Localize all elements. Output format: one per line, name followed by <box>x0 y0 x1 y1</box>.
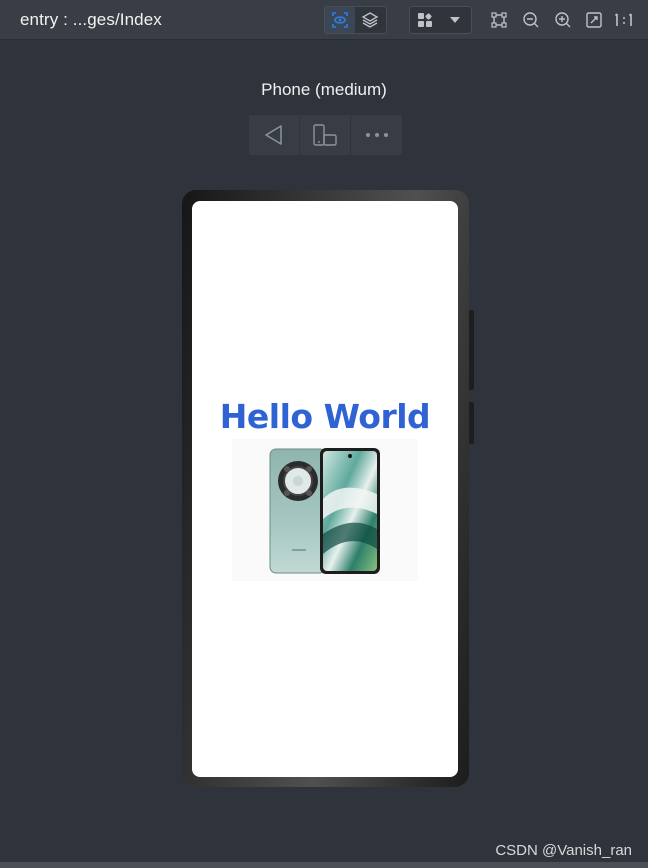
zoom-out-button[interactable] <box>521 9 541 31</box>
crop-button[interactable] <box>489 9 509 31</box>
layers-button[interactable] <box>355 7 385 33</box>
bottom-scrollbar[interactable] <box>0 862 648 868</box>
rotate-device-icon <box>313 124 337 146</box>
back-icon <box>265 125 282 145</box>
page-title: entry : ...ges/Index <box>20 10 162 29</box>
phone-product-image <box>232 439 418 581</box>
more-icon <box>365 133 388 137</box>
actual-size-icon <box>614 13 632 26</box>
view-mode-toggle <box>324 6 387 34</box>
inspector-button[interactable] <box>325 7 355 33</box>
device-label: Phone (medium) <box>261 80 387 99</box>
more-button[interactable] <box>351 115 402 155</box>
layers-icon <box>361 12 379 28</box>
rotate-device-button[interactable] <box>300 115 351 155</box>
zoom-in-icon <box>555 12 571 28</box>
actual-size-button[interactable] <box>614 9 634 31</box>
power-button <box>469 402 474 444</box>
app-screen: Hello World <box>192 201 458 777</box>
chevron-down-icon <box>440 7 470 33</box>
zoom-in-button[interactable] <box>553 9 573 31</box>
multi-device-select[interactable] <box>409 6 472 34</box>
grid-icon <box>410 7 440 33</box>
crop-icon <box>491 12 507 28</box>
volume-button <box>469 310 474 390</box>
top-toolbar: entry : ...ges/Index <box>0 0 648 40</box>
back-button[interactable] <box>249 115 300 155</box>
watermark-text: CSDN @Vanish_ran <box>495 842 632 859</box>
hello-text: Hello World <box>219 397 431 436</box>
zoom-out-icon <box>523 12 539 28</box>
inspector-icon <box>332 12 348 28</box>
fit-screen-button[interactable] <box>584 9 604 31</box>
fit-screen-icon <box>586 12 602 28</box>
device-toolbar <box>249 115 402 155</box>
